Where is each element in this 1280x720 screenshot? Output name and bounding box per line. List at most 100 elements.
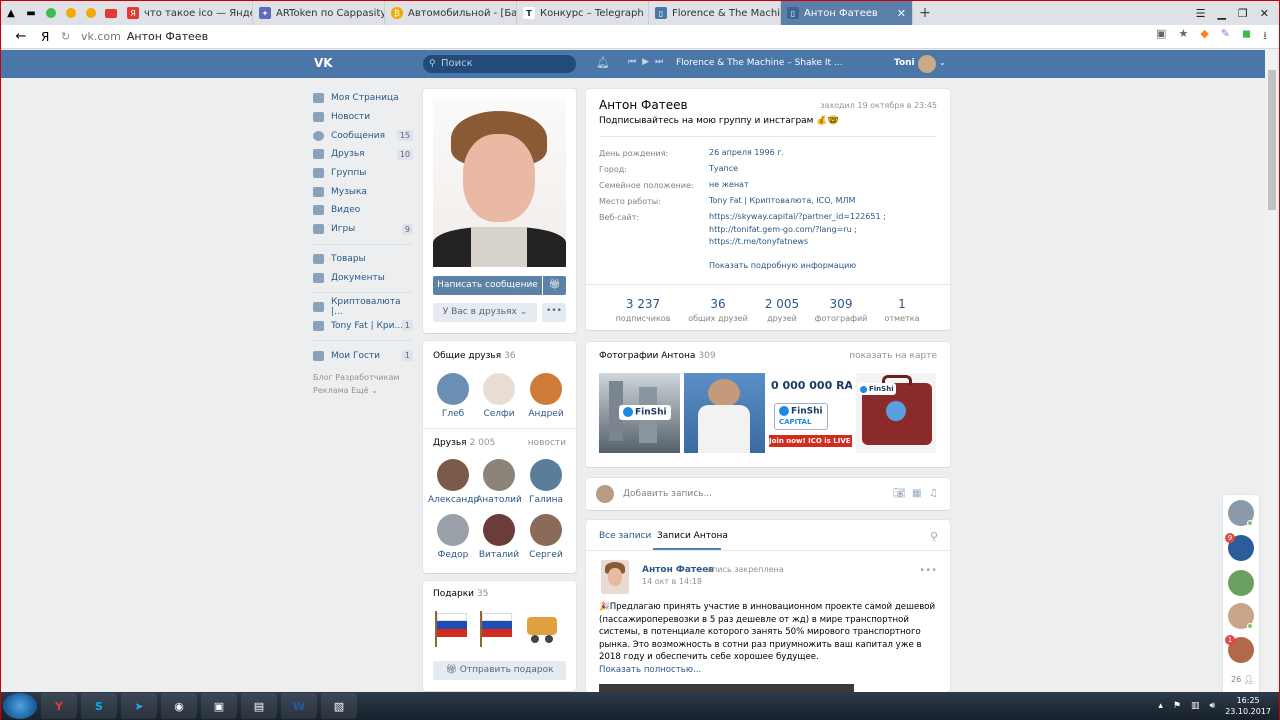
gift-flag-icon[interactable]: [478, 609, 516, 649]
send-message-button[interactable]: Написать сообщение: [433, 276, 542, 295]
next-track-icon[interactable]: ⏭: [655, 57, 663, 67]
prev-track-icon[interactable]: ⏮: [628, 57, 636, 67]
gifts-title[interactable]: Подарки 35: [433, 589, 488, 599]
footer-links-2[interactable]: Реклама Ещё ⌄: [313, 384, 413, 397]
menu-item-messages[interactable]: Сообщения 15: [313, 126, 413, 145]
info-relationship[interactable]: не женат: [709, 179, 749, 192]
show-full-link[interactable]: Показать полностью...: [599, 665, 701, 675]
pinned-tab[interactable]: [61, 1, 81, 25]
metamask-icon[interactable]: ◆: [1200, 27, 1208, 46]
gift-cart-icon[interactable]: [523, 609, 561, 649]
music-note-icon[interactable]: ♫: [929, 488, 938, 499]
friend-item[interactable]: Сергей: [521, 514, 571, 560]
photo-thumb[interactable]: 0 000 000 RAIS FinShiCAPITAL Join now! I…: [769, 373, 852, 453]
tab-own-posts[interactable]: Записи Антона: [657, 531, 728, 541]
play-icon[interactable]: ▶: [642, 57, 649, 67]
menu-item-groups[interactable]: Группы: [313, 164, 413, 183]
back-arrow-icon[interactable]: ←: [1, 29, 41, 44]
post-menu-icon[interactable]: •••: [919, 565, 937, 576]
vk-logo[interactable]: VK: [314, 56, 336, 72]
refresh-icon[interactable]: ↻: [61, 30, 81, 43]
menu-item-news[interactable]: Новости: [313, 108, 413, 127]
send-gift-button[interactable]: 🎁︎ Отправить подарок: [433, 661, 566, 680]
bell-icon[interactable]: 🔔︎: [596, 56, 610, 69]
clock[interactable]: 16:25 23.10.2017: [1225, 695, 1271, 717]
video-icon[interactable]: ▦: [912, 488, 921, 499]
restore-icon[interactable]: ❐: [1238, 7, 1248, 20]
menu-item-market[interactable]: Товары: [313, 250, 413, 269]
info-city[interactable]: Туапсе: [709, 163, 738, 176]
post-author-avatar[interactable]: [601, 560, 629, 594]
website-link[interactable]: https://skyway.capital/?partner_id=12265…: [709, 211, 886, 224]
friend-item[interactable]: Александр: [428, 459, 479, 505]
address-host[interactable]: vk.com: [81, 30, 121, 43]
show-on-map-link[interactable]: показать на карте: [849, 351, 937, 361]
stat-followers[interactable]: 3 237 подписчиков: [608, 297, 678, 323]
menu-item-games[interactable]: Игры 9: [313, 220, 413, 239]
address-page-title[interactable]: Антон Фатеев: [127, 30, 208, 43]
tray-arrow-icon[interactable]: ▴: [1158, 701, 1163, 711]
photos-title[interactable]: Фотографии Антона 309: [599, 351, 716, 361]
youtube-tab[interactable]: [101, 1, 121, 25]
info-birthday[interactable]: 26 апреля 1996 г.: [709, 147, 784, 160]
now-playing[interactable]: Florence & The Machine – Shake It ...: [676, 58, 843, 68]
pen-icon[interactable]: ✎: [1221, 27, 1230, 46]
user-avatar[interactable]: [918, 55, 936, 73]
volume-icon[interactable]: 🔊︎: [1210, 701, 1216, 711]
browser-tab[interactable]: T Конкурс – Telegraph: [517, 1, 649, 25]
yandex-browser-icon[interactable]: Y: [41, 693, 77, 719]
user-name[interactable]: Toni: [894, 58, 915, 68]
browser-tab[interactable]: ₿ Автомобильной - [Баунти]: [385, 1, 517, 25]
bookmark-star-icon[interactable]: ★: [1178, 27, 1188, 46]
friend-item[interactable]: Андрей: [521, 373, 571, 419]
menu-item-group-tonyfat[interactable]: Tony Fat | Кри... 1: [313, 317, 413, 336]
stat-common-friends[interactable]: 36 общих друзей: [683, 297, 753, 323]
menu-item-guests[interactable]: Мои Гости 1: [313, 346, 413, 365]
stat-photos[interactable]: 309 фотографий: [806, 297, 876, 323]
website-link[interactable]: https://t.me/tonyfatnews: [709, 236, 886, 249]
info-work[interactable]: Tony Fat | Криптовалюта, ICO, МЛМ: [709, 195, 855, 208]
post-date[interactable]: 14 окт в 14:18: [642, 577, 702, 586]
friend-item[interactable]: Анатолий: [474, 459, 524, 505]
website-link[interactable]: http://tonifat.gem-go.com/?lang=ru ;: [709, 224, 886, 237]
gift-icon[interactable]: 🎁︎: [543, 276, 566, 295]
menu-item-music[interactable]: Музыка: [313, 182, 413, 201]
camera-icon[interactable]: 📷︎: [893, 488, 906, 499]
page-scrollbar[interactable]: [1265, 50, 1279, 692]
post-image[interactable]: [599, 684, 854, 692]
chevron-down-icon[interactable]: ⌄: [939, 58, 946, 67]
profile-status[interactable]: Подписывайтесь на мою группу и инстаграм…: [599, 116, 839, 126]
photo-thumb[interactable]: FinShi: [599, 373, 680, 453]
photo-thumb[interactable]: FinShi: [856, 373, 936, 453]
menu-icon[interactable]: ☰: [1196, 7, 1206, 20]
app-icon[interactable]: ▧: [321, 693, 357, 719]
menu-item-documents[interactable]: Документы: [313, 268, 413, 287]
friend-item[interactable]: Федор: [428, 514, 478, 560]
gift-flag-icon[interactable]: [433, 609, 471, 649]
friends-news-link[interactable]: новости: [528, 438, 566, 448]
stat-tags[interactable]: 1 отметка: [867, 297, 937, 323]
app-icon[interactable]: ◉: [161, 693, 197, 719]
show-more-link[interactable]: Показать подробную информацию: [709, 260, 856, 273]
pinned-tab[interactable]: ▲: [1, 1, 21, 25]
pinned-tab[interactable]: [81, 1, 101, 25]
minimize-icon[interactable]: ▁: [1217, 7, 1225, 20]
network-icon[interactable]: ▥: [1191, 701, 1200, 711]
menu-item-friends[interactable]: Друзья 10: [313, 145, 413, 164]
friend-item[interactable]: Галина: [521, 459, 571, 505]
menu-item-video[interactable]: Видео: [313, 201, 413, 220]
photo-thumb[interactable]: [684, 373, 765, 453]
friend-item[interactable]: Виталий: [474, 514, 524, 560]
footer-links-1[interactable]: Блог Разработчикам: [313, 371, 413, 384]
tab-all-posts[interactable]: Все записи: [599, 531, 651, 541]
online-friends-count[interactable]: 26 👤︎: [1231, 675, 1254, 684]
skype-icon[interactable]: S: [81, 693, 117, 719]
friend-item[interactable]: Глеб: [428, 373, 478, 419]
pinned-tab[interactable]: ▬: [21, 1, 41, 25]
browser-tab[interactable]: ▯ Florence & The Machine - S: [649, 1, 781, 25]
reader-icon[interactable]: ▣: [1156, 27, 1166, 46]
start-button[interactable]: [3, 693, 37, 719]
friend-item[interactable]: Селфи: [474, 373, 524, 419]
flag-icon[interactable]: ⚑: [1173, 701, 1181, 711]
telegram-icon[interactable]: ➤: [121, 693, 157, 719]
